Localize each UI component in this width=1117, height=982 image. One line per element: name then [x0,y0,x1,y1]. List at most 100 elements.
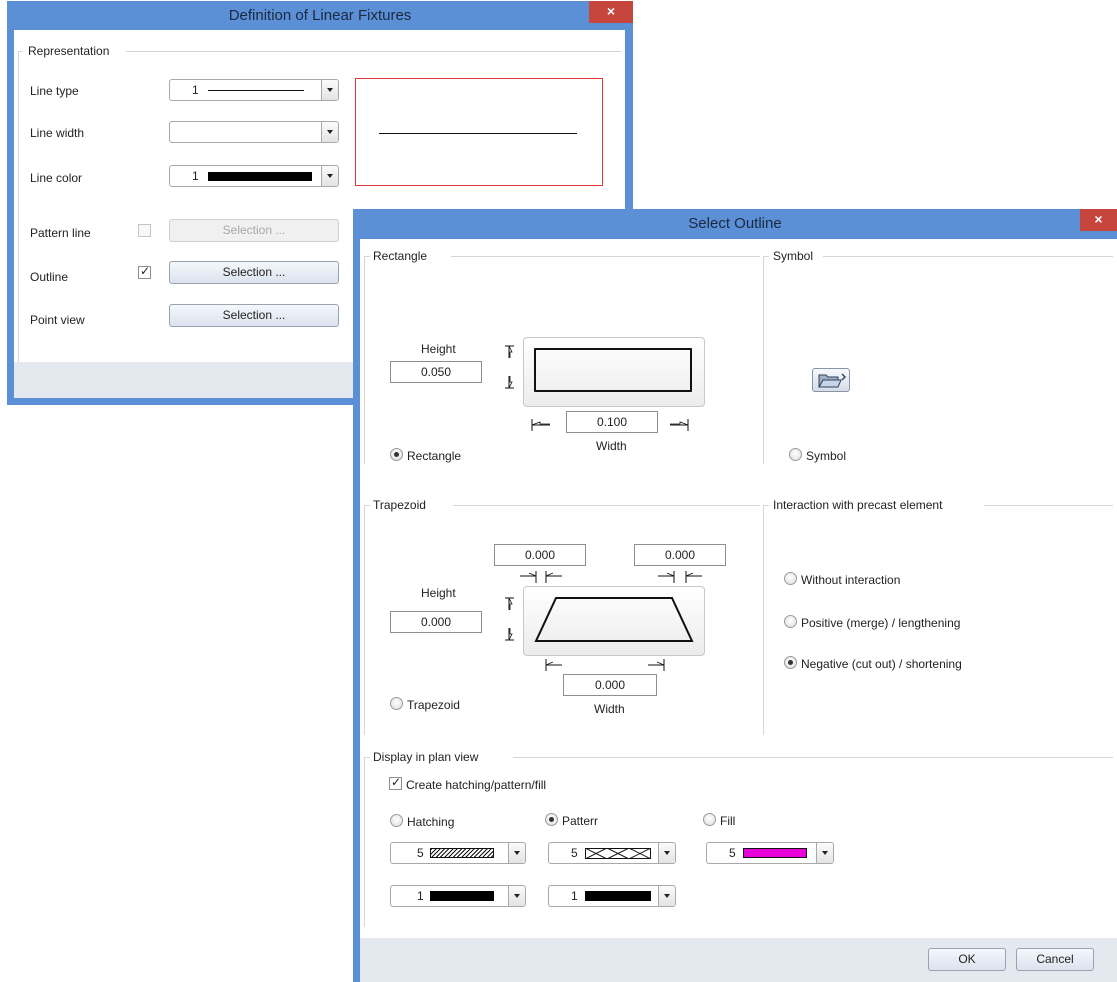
trapezoid-radio-label: Trapezoid [407,698,460,712]
group-divider [763,256,769,257]
dialog-client: Rectangle Height 0.050 0.100 Width Recta… [360,239,1117,938]
display-group-label: Display in plan view [373,750,479,764]
line-type-value: 1 [192,83,199,97]
group-divider [453,505,760,506]
dialog-footer: OK Cancel [360,938,1117,982]
interaction-label-negative: Negative (cut out) / shortening [801,657,962,671]
select-outline-dialog: Select Outline × Rectangle Height 0.050 … [353,209,1117,982]
fill-radio[interactable] [703,813,716,826]
group-representation-label: Representation [28,44,110,58]
chevron-down-icon[interactable] [508,843,525,863]
group-divider [18,51,19,362]
pattern-color-combo[interactable]: 1 [548,885,676,907]
fill-combo[interactable]: 5 [706,842,834,864]
point-view-label: Point view [30,313,85,327]
interaction-group-label: Interaction with precast element [773,498,943,512]
rectangle-radio-label: Rectangle [407,449,462,463]
hatching-color-swatch [430,891,494,901]
rectangle-preview [523,337,705,407]
symbol-radio[interactable] [789,448,802,461]
trapezoid-height-input[interactable]: 0.000 [390,611,482,633]
folder-open-icon[interactable] [812,368,850,392]
group-divider [763,505,769,506]
point-view-selection-button[interactable]: Selection ... [169,304,339,327]
interaction-label-positive: Positive (merge) / lengthening [801,616,961,630]
hatching-radio[interactable] [390,814,403,827]
height-dimension-icon [505,345,514,389]
interaction-radio-none[interactable] [784,572,797,585]
group-divider [763,505,764,735]
pattern-line-selection-button[interactable]: Selection ... [169,219,339,242]
outline-label: Outline [30,270,69,284]
create-hatching-checkbox[interactable] [389,775,402,790]
hatching-color-combo[interactable]: 1 [390,885,526,907]
dialog-title: Select Outline [688,215,782,232]
group-divider [364,505,365,735]
rectangle-width-input[interactable]: 0.100 [566,411,658,433]
trapezoid-top-left-input[interactable]: 0.000 [494,544,586,566]
trapezoid-shape [534,597,694,642]
chevron-down-icon[interactable] [321,166,338,186]
line-color-swatch [208,172,312,181]
rectangle-radio[interactable] [390,448,403,461]
create-hatching-label: Create hatching/pattern/fill [406,778,547,792]
rectangle-shape [534,348,692,392]
outline-selection-button[interactable]: Selection ... [169,261,339,284]
line-type-preview [208,90,304,91]
pattern-line-checkbox[interactable] [138,224,151,237]
rectangle-group-label: Rectangle [373,249,428,263]
line-width-label: Line width [30,126,85,140]
rectangle-height-input[interactable]: 0.050 [390,361,482,383]
hatching-value: 5 [417,846,424,860]
pattern-swatch [585,848,651,859]
group-divider [364,757,365,927]
hatching-combo[interactable]: 5 [390,842,526,864]
line-width-combo[interactable] [169,121,339,143]
close-button[interactable]: × [589,1,633,23]
rectangle-width-label: Width [596,439,627,453]
group-divider [823,256,1113,257]
folder-open-icon-glyph [818,373,846,388]
trapezoid-height-label: Height [421,586,456,600]
interaction-radio-positive[interactable] [784,615,797,628]
pattern-value: 5 [571,846,578,860]
group-divider [763,256,764,464]
interaction-radio-negative[interactable] [784,656,797,669]
hatching-radio-label: Hatching [407,815,455,829]
chevron-down-icon[interactable] [508,886,525,906]
group-divider [513,757,1113,758]
line-type-combo[interactable]: 1 [169,79,339,101]
line-color-combo[interactable]: 1 [169,165,339,187]
trapezoid-top-right-input[interactable]: 0.000 [634,544,726,566]
close-button[interactable]: × [1080,209,1117,231]
group-divider [984,505,1113,506]
fill-color-swatch [743,848,807,858]
trapezoid-width-label: Width [594,702,625,716]
trapezoid-preview [523,586,705,656]
chevron-down-icon[interactable] [658,843,675,863]
trapezoid-radio[interactable] [390,697,403,710]
dialog-title: Definition of Linear Fixtures [228,7,412,24]
chevron-down-icon[interactable] [816,843,833,863]
line-color-value: 1 [192,169,199,183]
interaction-label-none: Without interaction [801,573,901,587]
ok-button[interactable]: OK [928,948,1006,971]
rectangle-height-label: Height [421,342,456,356]
pattern-radio[interactable] [545,813,558,826]
pattern-line-label: Pattern line [30,226,91,240]
chevron-down-icon[interactable] [321,80,338,100]
line-color-label: Line color [30,171,83,185]
outline-checkbox[interactable] [138,264,151,279]
line-preview-box [355,78,603,186]
fill-radio-label: Fill [720,814,736,828]
trapezoid-offset-dimension-icon [520,571,702,583]
chevron-down-icon[interactable] [321,122,338,142]
cancel-button[interactable]: Cancel [1016,948,1094,971]
trapezoid-group-label: Trapezoid [373,498,426,512]
chevron-down-icon[interactable] [658,886,675,906]
group-divider [451,256,760,257]
line-preview [379,133,577,134]
pattern-color-value: 1 [571,889,578,903]
pattern-combo[interactable]: 5 [548,842,676,864]
trapezoid-width-input[interactable]: 0.000 [563,674,657,696]
